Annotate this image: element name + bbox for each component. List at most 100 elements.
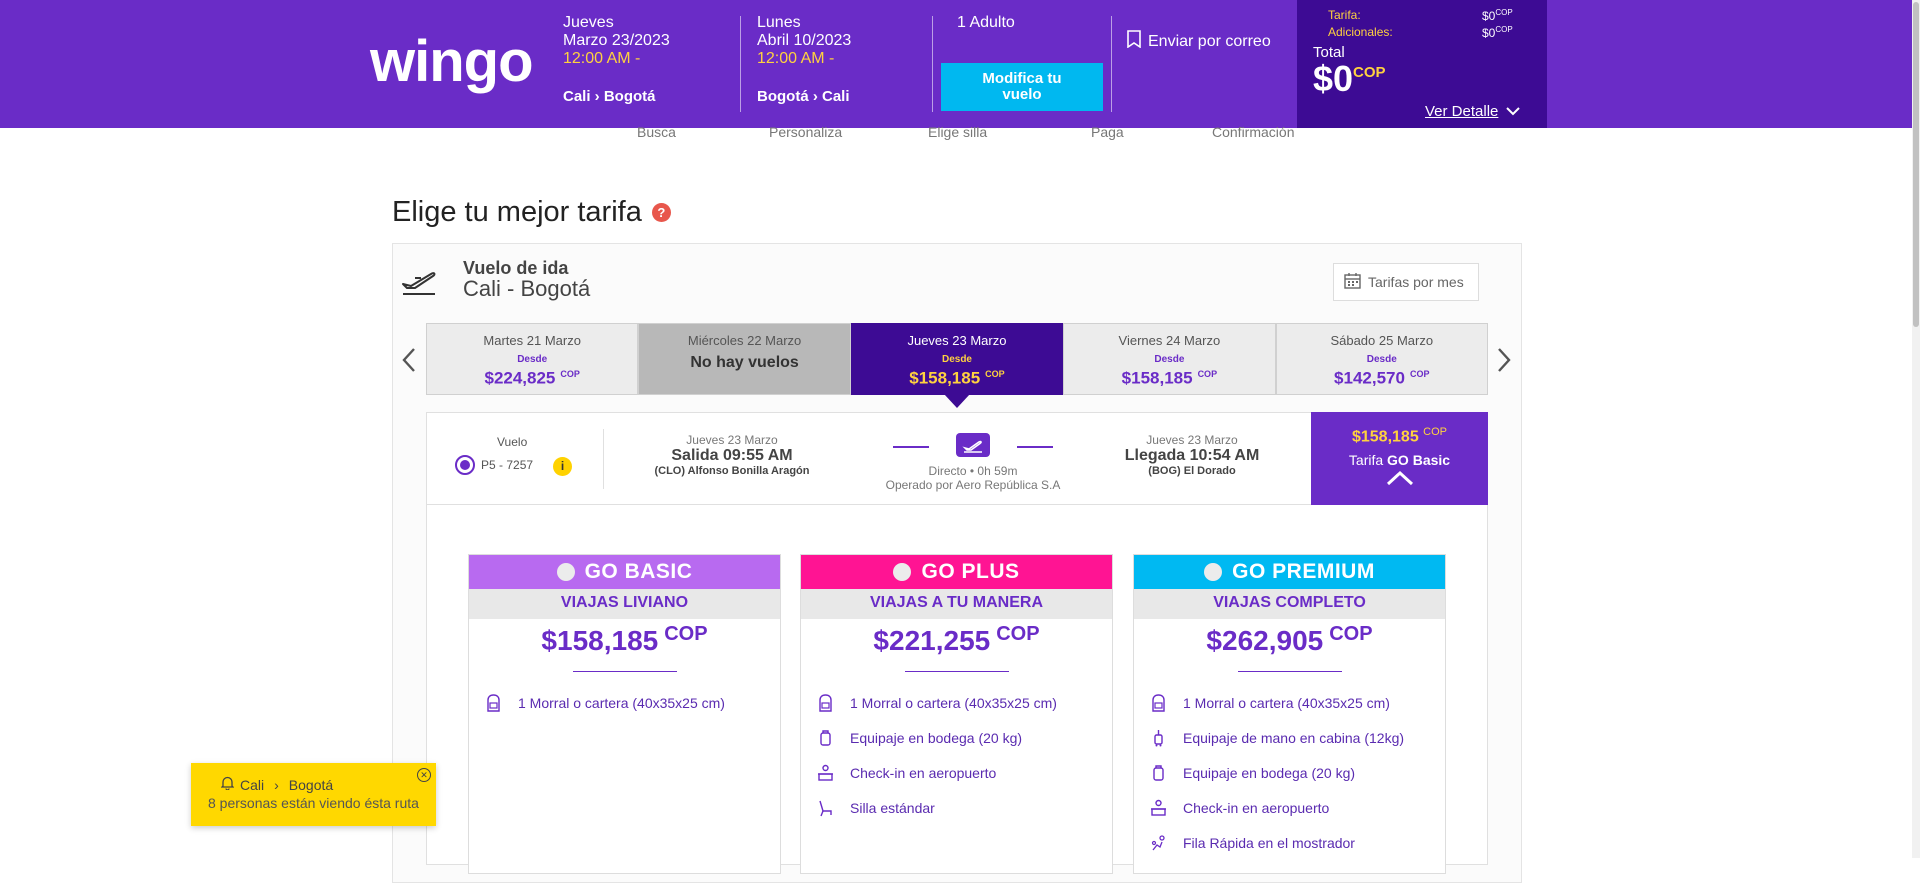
fare-name: GO PREMIUM — [1232, 560, 1375, 583]
flight-route: Cali - Bogotá — [463, 276, 591, 301]
feature-text: 1 Morral o cartera (40x35x25 cm) — [850, 694, 1057, 711]
date-tab-price: $158,185 COP — [1121, 368, 1218, 388]
feature-text: 1 Morral o cartera (40x35x25 cm) — [518, 694, 725, 711]
backpack-icon — [1150, 693, 1167, 712]
fare-card-header: GO BASIC — [469, 555, 780, 589]
scrollbar-thumb[interactable] — [1913, 2, 1919, 327]
date-tab-from: Desde — [517, 354, 548, 365]
selected-fare-name: Tarifa GO Basic — [1348, 452, 1451, 469]
outbound-route: Cali › Bogotá — [563, 88, 656, 105]
fare-price: $158,185 COP — [541, 623, 708, 656]
date-tab-sat-25[interactable]: Sábado 25 Marzo Desde $142,570 COP — [1275, 323, 1488, 395]
bookmark-icon — [1127, 30, 1141, 53]
arrival-time: Llegada 10:54 AM — [1124, 447, 1260, 464]
date-tab-fri-24[interactable]: Viernes 24 Marzo Desde $158,185 COP — [1063, 323, 1276, 395]
fare-feature: Check-in en aeropuerto — [1134, 790, 1445, 825]
header-divider — [1111, 16, 1112, 112]
step-personalize: Personaliza — [769, 124, 843, 140]
fare-radio[interactable] — [893, 563, 912, 581]
fare-feature: Equipaje de mano en cabina (12kg) — [1134, 720, 1445, 755]
view-detail-link[interactable]: Ver Detalle — [1425, 103, 1521, 120]
fare-subtitle: VIAJAS A TU MANERA — [801, 589, 1112, 619]
extras-label: Adicionales: — [1328, 25, 1393, 39]
date-tab-from: Desde — [941, 354, 972, 365]
price-summary: Tarifa: $0COP Adicionales: $0COP Total $… — [1297, 0, 1547, 128]
date-tab-day: Viernes 24 Marzo — [1118, 333, 1221, 348]
fare-name: GO BASIC — [584, 560, 693, 583]
checkin-icon — [1150, 799, 1167, 817]
flight-duration: Directo • 0h 59m Operado por Aero Repúbl… — [853, 433, 1093, 492]
backpack-icon — [817, 693, 834, 712]
arrival-airport: (BOG) El Dorado — [1148, 465, 1236, 477]
departure-airport: (CLO) Alfonso Bonilla Aragón — [654, 465, 810, 477]
date-tab-price: $142,570 COP — [1334, 368, 1430, 388]
fare-feature: Equipaje en bodega (20 kg) — [801, 720, 1112, 755]
date-tab-day: Miércoles 22 Marzo — [687, 333, 802, 348]
toast-separator: › — [274, 776, 279, 793]
fare-features: 1 Morral o cartera (40x35x25 cm) Equipaj… — [801, 685, 1112, 825]
date-tab-day: Jueves 23 Marzo — [907, 333, 1007, 348]
passenger-count: 1 Adulto — [957, 14, 1015, 31]
fare-card-go-plus[interactable]: GO PLUS VIAJAS A TU MANERA $221,255 COP 1… — [800, 554, 1113, 874]
feature-text: Check-in en aeropuerto — [1183, 799, 1330, 816]
fare-radio[interactable] — [556, 563, 575, 581]
wingo-logo[interactable]: wingo — [370, 28, 534, 95]
date-tab-tue-21[interactable]: Martes 21 Marzo Desde $224,825 COP — [426, 323, 639, 395]
toast-origin: Cali — [240, 776, 265, 793]
route-line — [893, 446, 929, 448]
modify-flight-button[interactable]: Modifica tu vuelo — [941, 63, 1103, 111]
feature-text: Fila Rápida en el mostrador — [1183, 834, 1355, 851]
feature-text: Equipaje en bodega (20 kg) — [850, 729, 1023, 746]
inbound-time: 12:00 AM - — [757, 50, 835, 67]
total-value: $0COP — [1313, 58, 1386, 99]
page-title-text: Elige tu mejor tarifa — [392, 196, 642, 228]
date-tabs: Martes 21 Marzo Desde $224,825 COP Miérco… — [426, 323, 1488, 408]
monthly-fares-button[interactable]: Tarifas por mes — [1333, 263, 1479, 301]
fare-feature: Silla estándar — [801, 790, 1112, 825]
flight-row[interactable]: Vuelo P5 - 7257 i Jueves 23 Marzo Salida… — [426, 412, 1488, 505]
departure-date: Jueves 23 Marzo — [686, 433, 778, 447]
date-tab-day: Martes 21 Marzo — [483, 333, 581, 348]
fare-card-header: GO PREMIUM — [1134, 555, 1445, 589]
toast-message: 8 personas están viendo ésta ruta — [208, 795, 419, 811]
calendar-icon — [1344, 272, 1361, 292]
fare-subtitle: VIAJAS LIVIANO — [469, 589, 780, 619]
feature-text: 1 Morral o cartera (40x35x25 cm) — [1183, 694, 1390, 711]
page-scrollbar[interactable] — [1912, 0, 1920, 858]
outbound-summary: Jueves Marzo 23/2023 12:00 AM - Cali › B… — [563, 14, 670, 105]
fare-feature: Fila Rápida en el mostrador — [1134, 825, 1445, 860]
chevron-up-icon[interactable] — [1311, 470, 1488, 491]
fare-feature: Equipaje en bodega (20 kg) — [1134, 755, 1445, 790]
carry-on-icon — [1150, 729, 1167, 747]
date-tab-wed-22: Miércoles 22 Marzo No hay vuelos — [638, 323, 851, 395]
fare-features: 1 Morral o cartera (40x35x25 cm) Equipaj… — [1134, 685, 1445, 860]
outbound-time: 12:00 AM - — [563, 50, 641, 67]
bell-icon — [220, 776, 235, 793]
date-tab-thu-23[interactable]: Jueves 23 Marzo Desde $158,185 COP — [850, 323, 1064, 408]
flight-number: P5 - 7257 — [481, 458, 534, 472]
flight-radio[interactable] — [455, 455, 475, 475]
help-icon[interactable]: ? — [651, 203, 671, 222]
outbound-date: Marzo 23/2023 — [563, 32, 670, 49]
step-pay: Paga — [1091, 124, 1124, 140]
step-confirmation: Confirmación — [1212, 124, 1295, 140]
top-header: wingo Jueves Marzo 23/2023 12:00 AM - Ca… — [0, 0, 1912, 128]
toast-route: Cali › Bogotá — [220, 776, 333, 793]
flight-direct: Directo • 0h 59m — [928, 464, 1018, 478]
email-button[interactable]: Enviar por correo — [1127, 30, 1271, 53]
close-icon[interactable]: ✕ — [417, 768, 431, 782]
route-line — [1017, 446, 1053, 448]
fare-radio[interactable] — [1204, 563, 1223, 581]
selected-fare[interactable]: $158,185 COP Tarifa GO Basic — [1311, 412, 1488, 505]
step-search: Busca — [637, 124, 676, 140]
fare-card-go-basic[interactable]: GO BASIC VIAJAS LIVIANO $158,185 COP 1 Mo… — [468, 554, 781, 874]
chevron-right-icon[interactable] — [1496, 343, 1512, 382]
fare-card-go-premium[interactable]: GO PREMIUM VIAJAS COMPLETO $262,905 COP 1… — [1133, 554, 1446, 874]
inbound-weekday: Lunes — [757, 14, 801, 31]
feature-text: Equipaje en bodega (20 kg) — [1183, 764, 1356, 781]
plane-icon — [956, 433, 990, 457]
info-icon[interactable]: i — [553, 457, 572, 476]
chevron-left-icon[interactable] — [401, 343, 417, 382]
arrival-date: Jueves 23 Marzo — [1146, 433, 1238, 447]
departure-time: Salida 09:55 AM — [671, 447, 793, 464]
